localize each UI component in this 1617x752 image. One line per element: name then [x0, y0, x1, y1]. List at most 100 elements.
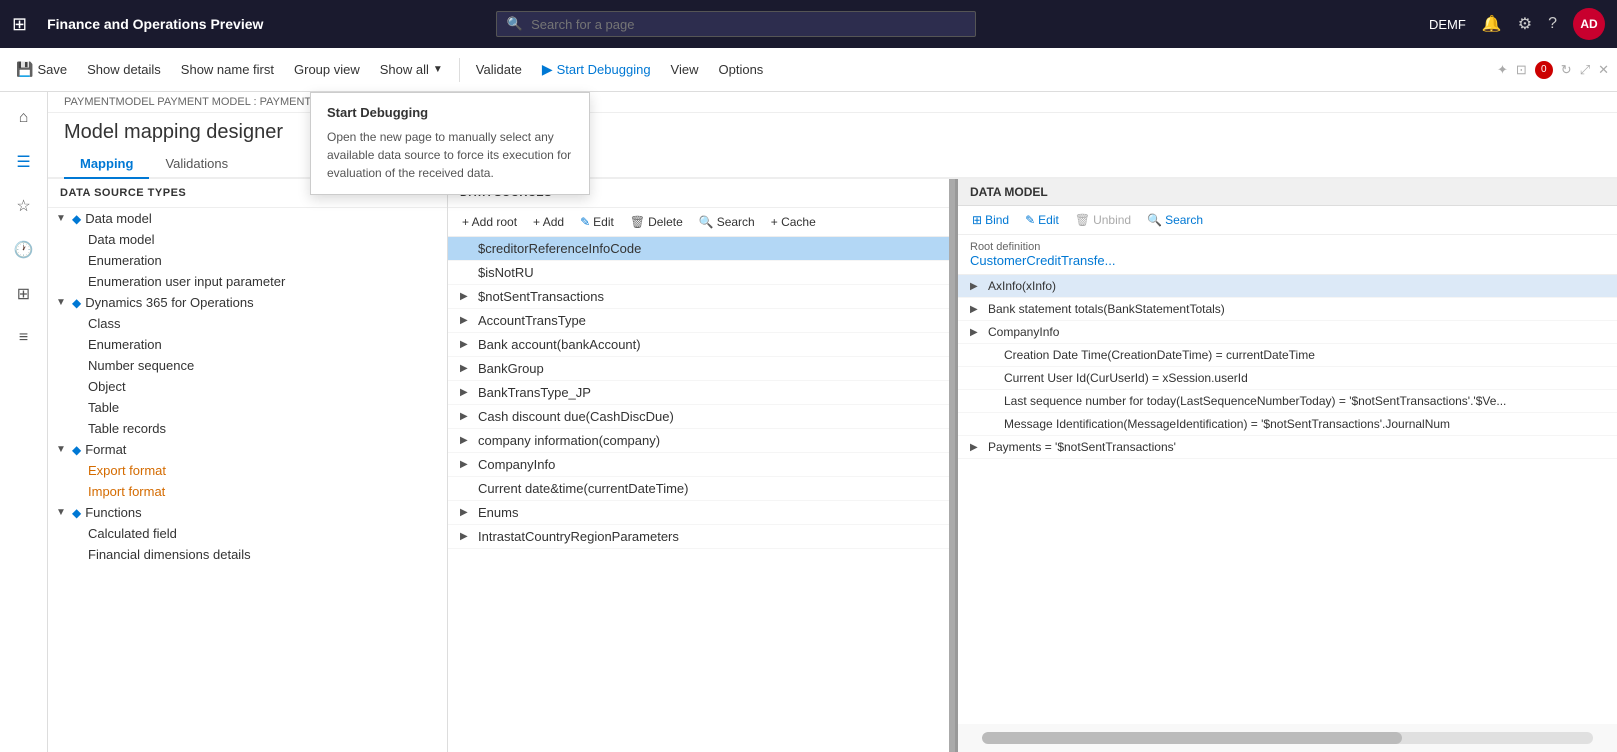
- ds-item-intrastat[interactable]: ▶ IntrastatCountryRegionParameters: [448, 525, 955, 549]
- ds-item-creditor[interactable]: $creditorReferenceInfoCode: [448, 237, 955, 261]
- show-all-button[interactable]: Show all ▼: [372, 58, 451, 81]
- nav-home-icon[interactable]: ⌂: [6, 100, 42, 136]
- model-item-last-sequence[interactable]: Last sequence number for today(LastSeque…: [958, 390, 1617, 413]
- tree-item-enum-user-input[interactable]: Enumeration user input parameter: [48, 271, 447, 292]
- show-details-button[interactable]: Show details: [79, 58, 169, 81]
- search-icon: 🔍: [699, 215, 714, 229]
- user-name: DEMF: [1429, 17, 1466, 32]
- add-button[interactable]: + Add: [527, 212, 570, 232]
- panel-resize-handle[interactable]: [949, 179, 955, 752]
- view-button[interactable]: View: [663, 58, 707, 81]
- start-debugging-button[interactable]: ▶ Start Debugging: [534, 57, 659, 82]
- edit-icon: ✎: [1025, 213, 1035, 227]
- global-search-input[interactable]: [531, 17, 965, 32]
- bind-button[interactable]: ⊞ Bind: [966, 210, 1015, 230]
- ds-item-not-sent-transactions[interactable]: ▶ $notSentTransactions: [448, 285, 955, 309]
- ds-item-bank-account[interactable]: ▶ Bank account(bankAccount): [448, 333, 955, 357]
- tree-item-import-format[interactable]: Import format: [48, 481, 447, 502]
- avatar[interactable]: AD: [1573, 8, 1605, 40]
- search-button[interactable]: 🔍 Search: [693, 212, 761, 232]
- tree-item-format-group[interactable]: ▼ ◆ Format: [48, 439, 447, 460]
- scrollbar-thumb[interactable]: [982, 732, 1402, 744]
- model-item-creation-datetime[interactable]: Creation Date Time(CreationDateTime) = c…: [958, 344, 1617, 367]
- expand-icon: ▼: [56, 444, 72, 455]
- debugging-tooltip: Start Debugging Open the new page to man…: [310, 92, 590, 195]
- tree-item-object[interactable]: Object: [48, 376, 447, 397]
- save-button[interactable]: 💾 Save: [8, 57, 75, 82]
- ds-item-enums[interactable]: ▶ Enums: [448, 501, 955, 525]
- tree-item-label: Dynamics 365 for Operations: [85, 295, 253, 310]
- page-header: Model mapping designer: [48, 113, 1617, 148]
- help-icon[interactable]: ?: [1548, 15, 1557, 33]
- tree-item-export-format[interactable]: Export format: [48, 460, 447, 481]
- folder-icon: ◆: [72, 443, 81, 457]
- tree-item-dynamics365-group[interactable]: ▼ ◆ Dynamics 365 for Operations: [48, 292, 447, 313]
- expand-icon[interactable]: ⤢: [1580, 62, 1590, 78]
- nav-grid-icon[interactable]: ⊞: [6, 276, 42, 312]
- tree-item-label: Enumeration: [88, 253, 162, 268]
- close-icon[interactable]: ✕: [1598, 62, 1609, 78]
- group-view-button[interactable]: Group view: [286, 58, 368, 81]
- middle-panel-toolbar: + Add root + Add ✎ Edit 🗑 Delete 🔍 Searc…: [448, 208, 955, 237]
- tab-mapping[interactable]: Mapping: [64, 148, 149, 179]
- refresh-icon[interactable]: ↻: [1561, 62, 1572, 78]
- ds-item-bankgroup[interactable]: ▶ BankGroup: [448, 357, 955, 381]
- unbind-button[interactable]: 🗑 Unbind: [1069, 210, 1137, 230]
- notification-icon[interactable]: 🔔: [1482, 14, 1502, 34]
- tree-item-enumeration[interactable]: Enumeration: [48, 250, 447, 271]
- app-title: Finance and Operations Preview: [47, 16, 263, 32]
- nav-recent-icon[interactable]: 🕐: [6, 232, 42, 268]
- model-item-companyinfo[interactable]: ▶ CompanyInfo: [958, 321, 1617, 344]
- ds-item-companyinfo[interactable]: ▶ CompanyInfo: [448, 453, 955, 477]
- grid-icon[interactable]: ⊞: [12, 14, 27, 35]
- tree-item-functions-group[interactable]: ▼ ◆ Functions: [48, 502, 447, 523]
- nav-star-icon[interactable]: ☆: [6, 188, 42, 224]
- horizontal-scrollbar[interactable]: [982, 732, 1593, 744]
- model-item-axinfo[interactable]: ▶ AxInfo(xInfo): [958, 275, 1617, 298]
- ds-item-banktranstype[interactable]: ▶ BankTransType_JP: [448, 381, 955, 405]
- panels: DATA SOURCE TYPES ▼ ◆ Data model Data mo…: [48, 179, 1617, 752]
- tree-item-table[interactable]: Table: [48, 397, 447, 418]
- options-button[interactable]: Options: [711, 58, 772, 81]
- tree-item-number-sequence[interactable]: Number sequence: [48, 355, 447, 376]
- edit-button[interactable]: ✎ Edit: [1019, 210, 1065, 230]
- save-icon: 💾: [16, 61, 33, 78]
- tree-item-data-model-group[interactable]: ▼ ◆ Data model: [48, 208, 447, 229]
- model-item-payments[interactable]: ▶ Payments = '$notSentTransactions': [958, 436, 1617, 459]
- ds-item-isnotru[interactable]: $isNotRU: [448, 261, 955, 285]
- tab-validations[interactable]: Validations: [149, 148, 244, 179]
- bind-icon: ⊞: [972, 213, 982, 227]
- root-definition: Root definition CustomerCreditTransfe...: [958, 235, 1617, 275]
- model-item-bank-statement[interactable]: ▶ Bank statement totals(BankStatementTot…: [958, 298, 1617, 321]
- ds-item-company-info[interactable]: ▶ company information(company): [448, 429, 955, 453]
- edit-button[interactable]: ✎ Edit: [574, 212, 620, 232]
- search-button[interactable]: 🔍 Search: [1141, 210, 1209, 230]
- ds-item-account-trans-type[interactable]: ▶ AccountTransType: [448, 309, 955, 333]
- tree-item-label: Enumeration user input parameter: [88, 274, 285, 289]
- nav-filter-icon[interactable]: ☰: [6, 144, 42, 180]
- validate-button[interactable]: Validate: [468, 58, 530, 81]
- tree-item-fin-dim-details[interactable]: Financial dimensions details: [48, 544, 447, 565]
- tree-item-data-model[interactable]: Data model: [48, 229, 447, 250]
- global-search-bar[interactable]: 🔍: [496, 11, 976, 37]
- scrollbar-container: [958, 724, 1617, 752]
- split-icon[interactable]: ⊡: [1516, 62, 1527, 78]
- star-icon[interactable]: ✦: [1497, 62, 1508, 78]
- ds-item-current-datetime[interactable]: Current date&time(currentDateTime): [448, 477, 955, 501]
- show-name-first-button[interactable]: Show name first: [173, 58, 282, 81]
- delete-button[interactable]: 🗑 Delete: [624, 212, 689, 232]
- model-item-message-id[interactable]: Message Identification(MessageIdentifica…: [958, 413, 1617, 436]
- tree-item-label: Financial dimensions details: [88, 547, 251, 562]
- tree-item-calculated-field[interactable]: Calculated field: [48, 523, 447, 544]
- cache-button[interactable]: + Cache: [765, 212, 822, 232]
- model-item-current-user-id[interactable]: Current User Id(CurUserId) = xSession.us…: [958, 367, 1617, 390]
- ds-item-cash-discount[interactable]: ▶ Cash discount due(CashDiscDue): [448, 405, 955, 429]
- tree-item-class[interactable]: Class: [48, 313, 447, 334]
- edit-icon: ✎: [580, 215, 590, 229]
- tree-item-table-records[interactable]: Table records: [48, 418, 447, 439]
- tree-item-enumeration2[interactable]: Enumeration: [48, 334, 447, 355]
- nav-list-icon[interactable]: ≡: [6, 320, 42, 356]
- tree-item-label: Class: [88, 316, 121, 331]
- add-root-button[interactable]: + Add root: [456, 212, 523, 232]
- settings-icon[interactable]: ⚙: [1518, 14, 1532, 34]
